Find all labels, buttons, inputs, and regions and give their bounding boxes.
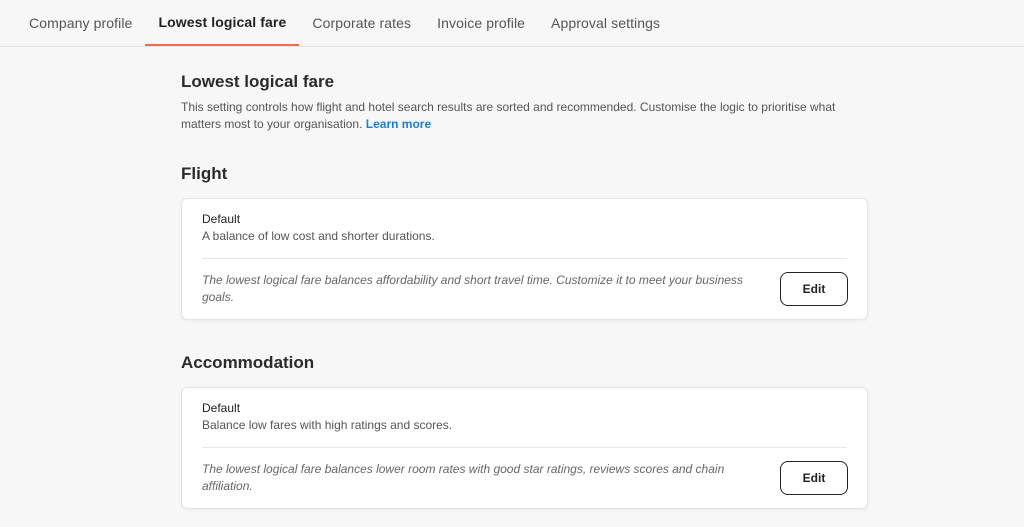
section-title-accommodation: Accommodation [181, 353, 315, 372]
card-divider [202, 447, 847, 448]
tab-list: Company profile Lowest logical fare Corp… [16, 0, 673, 46]
tab-invoice-profile[interactable]: Invoice profile [424, 0, 538, 46]
page-description-text: This setting controls how flight and hot… [181, 100, 836, 131]
tab-corporate-rates[interactable]: Corporate rates [299, 0, 424, 46]
learn-more-link[interactable]: Learn more [366, 117, 431, 131]
tab-company-profile[interactable]: Company profile [16, 0, 145, 46]
page-description: This setting controls how flight and hot… [181, 99, 841, 133]
card-heading: Default [202, 212, 241, 226]
card-subheading: Balance low fares with high ratings and … [202, 418, 453, 432]
flight-settings-card: Default A balance of low cost and shorte… [181, 198, 868, 320]
tab-lowest-logical-fare[interactable]: Lowest logical fare [145, 0, 300, 46]
card-divider [202, 258, 847, 259]
edit-accommodation-button[interactable]: Edit [780, 461, 848, 495]
section-title-flight: Flight [181, 164, 228, 183]
card-heading: Default [202, 401, 241, 415]
card-note: The lowest logical fare balances lower r… [202, 462, 725, 493]
tab-approval-settings[interactable]: Approval settings [538, 0, 673, 46]
accommodation-settings-card: Default Balance low fares with high rati… [181, 387, 868, 509]
card-note: The lowest logical fare balances afforda… [202, 273, 743, 304]
settings-tab-bar: Company profile Lowest logical fare Corp… [0, 0, 1024, 47]
card-subheading: A balance of low cost and shorter durati… [202, 229, 435, 243]
page-title: Lowest logical fare [181, 72, 335, 91]
edit-flight-button[interactable]: Edit [780, 272, 848, 306]
